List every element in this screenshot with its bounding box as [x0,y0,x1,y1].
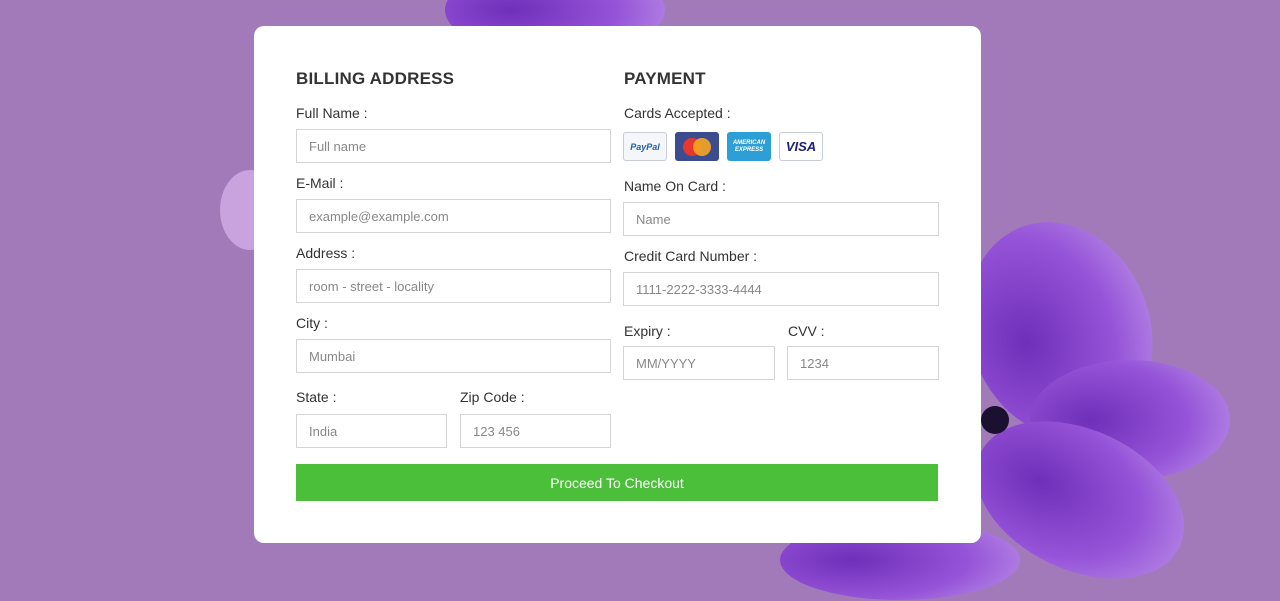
name-on-card-input[interactable] [623,202,939,236]
cvv-label: CVV : [788,323,825,339]
visa-icon: VISA [779,132,823,161]
name-on-card-label: Name On Card : [624,178,726,194]
cards-accepted-label: Cards Accepted : [624,105,731,121]
card-number-input[interactable] [623,272,939,306]
billing-heading: BILLING ADDRESS [296,69,455,88]
city-label: City : [296,315,328,331]
paypal-icon: PayPal [623,132,667,161]
mastercard-icon [675,132,719,161]
proceed-to-checkout-button[interactable]: Proceed To Checkout [296,464,938,501]
zip-code-input[interactable] [460,414,611,448]
state-input[interactable] [296,414,447,448]
expiry-input[interactable] [623,346,775,380]
address-label: Address : [296,245,356,261]
email-input[interactable] [296,199,611,233]
full-name-input[interactable] [296,129,611,163]
payment-heading: PAYMENT [624,69,706,88]
address-input[interactable] [296,269,611,303]
city-input[interactable] [296,339,611,373]
american-express-icon: AMERICAN EXPRESS [727,132,771,161]
card-number-label: Credit Card Number : [624,248,758,264]
checkout-form-card: BILLING ADDRESS Full Name : E-Mail : Add… [254,26,981,543]
full-name-label: Full Name : [296,105,368,121]
cvv-input[interactable] [787,346,939,380]
mastercard-logo [683,137,711,156]
state-label: State : [296,389,337,405]
email-label: E-Mail : [296,175,344,191]
zip-code-label: Zip Code : [460,389,525,405]
expiry-label: Expiry : [624,323,671,339]
